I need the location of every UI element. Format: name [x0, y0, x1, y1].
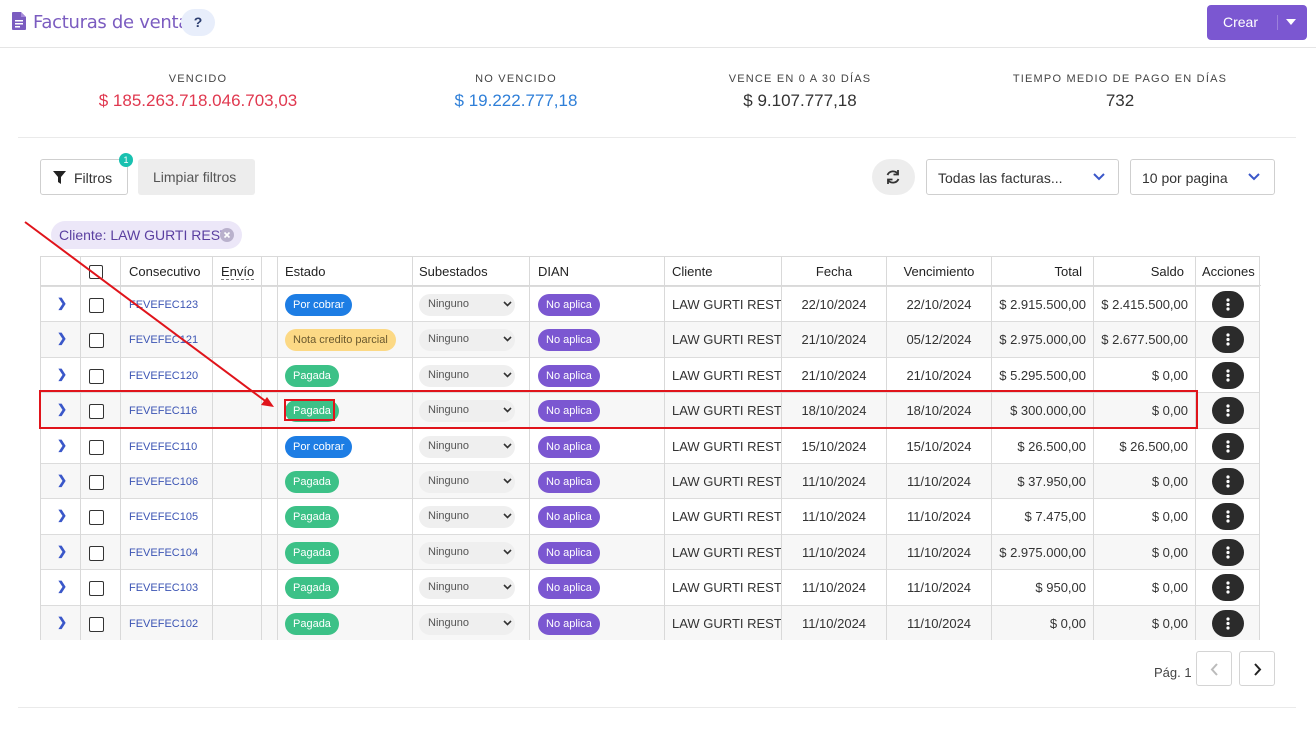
chevron-right-icon: [1254, 663, 1262, 676]
chevron-left-icon: [1210, 663, 1218, 676]
divider: [18, 707, 1296, 708]
next-page-button[interactable]: [1239, 651, 1275, 686]
annotation-arrow: [24, 221, 274, 407]
previous-page-button[interactable]: [1196, 651, 1232, 686]
page-indicator: Pág. 1: [1154, 665, 1192, 680]
